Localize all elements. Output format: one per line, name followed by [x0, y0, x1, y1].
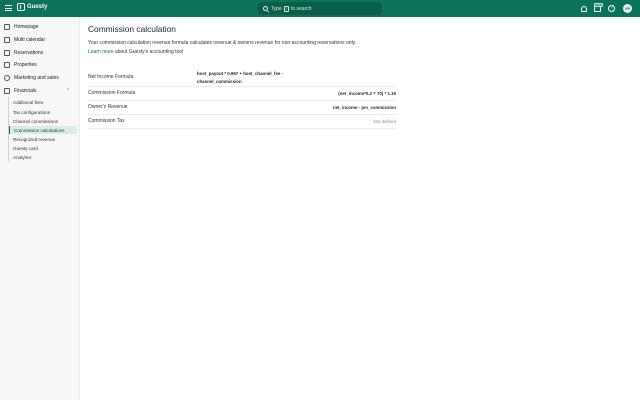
row-label-commission-tax: Commission Tax	[88, 118, 125, 124]
submenu-item-commission-calculations[interactable]: Commission calculations	[9, 126, 77, 134]
table-row: Commission Tax Not defined	[88, 115, 396, 129]
top-icons: NEW ? VP	[574, 2, 632, 15]
page-description: Your commission calculation revenue form…	[88, 39, 388, 56]
table-row: Net Income Formula host_payout * 0.967 +…	[88, 61, 396, 87]
sidebar-item-properties[interactable]: Properties	[4, 62, 37, 68]
sidebar-item-label: Properties	[14, 62, 37, 68]
row-value-net-income: host_payout * 0.967 + host_channel_fee -…	[197, 71, 284, 84]
submenu-item-label: Commission calculations	[14, 127, 65, 133]
sidebar-item-reservations[interactable]: Reservations	[4, 50, 43, 56]
guesty-logo-icon	[17, 3, 25, 11]
chevron-up-icon: ⌃	[65, 88, 70, 94]
row-value-commission-formula: (net_income*0.2 = 70) * 1.19	[338, 91, 396, 96]
sidebar-item-marketing[interactable]: Marketing and sales	[4, 75, 59, 81]
notifications-icon[interactable]	[581, 5, 587, 12]
row-label-commission-formula: Commission Formula	[88, 90, 136, 96]
sidebar-item-label: Reservations	[14, 50, 44, 56]
submenu-item-label: Channel commissions	[13, 118, 58, 124]
submenu-item-tax-configurations[interactable]: Tax configurations	[9, 108, 77, 116]
new-badge: NEW	[594, 2, 603, 7]
financials-icon	[4, 88, 10, 94]
submenu-item-label: Analytics	[13, 154, 32, 160]
submenu-item-channel-commissions[interactable]: Channel commissions	[9, 117, 77, 125]
row-value-commission-tax: Not defined	[373, 119, 396, 124]
brand-name: Guesty	[27, 4, 48, 10]
learn-more-link[interactable]: Learn more	[88, 49, 114, 55]
table-row: Owner's Revenue net_income - pm_commissi…	[88, 101, 396, 115]
submenu-item-recognized-revenue[interactable]: Recognized revenue	[9, 135, 77, 143]
submenu-item-guesty-card[interactable]: Guesty card	[9, 144, 77, 152]
search-icon	[263, 6, 268, 11]
search-shortcut-key: /	[283, 5, 289, 12]
brand-logo[interactable]: Guesty	[17, 3, 47, 11]
submenu-item-analytics[interactable]: Analytics	[9, 153, 77, 161]
sidebar-item-label: Marketing and sales	[14, 75, 59, 81]
search-prefix: Type	[271, 5, 282, 12]
submenu-item-label: Tax configurations	[13, 109, 51, 115]
sidebar-item-financials[interactable]: Financials ⌃	[4, 88, 76, 94]
submenu-item-additional-fees[interactable]: Additional fees	[9, 98, 77, 106]
search-bar[interactable]: Type / to search	[258, 2, 382, 15]
sidebar-item-label: Multi calendar	[14, 37, 46, 43]
page-title: Commission calculation	[88, 24, 176, 34]
properties-icon	[4, 62, 10, 68]
help-icon[interactable]: ?	[608, 5, 615, 12]
user-avatar[interactable]: VP	[623, 4, 632, 13]
submenu-item-label: Additional fees	[13, 99, 44, 105]
sidebar-item-multi-calendar[interactable]: Multi calendar	[4, 37, 45, 43]
whats-new-icon[interactable]: NEW	[594, 2, 603, 12]
table-row: Commission Formula (net_income*0.2 = 70)…	[88, 87, 396, 101]
calendar-icon	[4, 37, 10, 43]
link-suffix: about Guesty's accounting tool	[114, 48, 184, 55]
reservations-icon	[4, 50, 10, 56]
row-label-net-income: Net Income Formula	[88, 74, 134, 80]
search-suffix: to search	[290, 5, 312, 12]
menu-icon[interactable]	[5, 4, 12, 12]
row-label-owners-revenue: Owner's Revenue	[88, 104, 128, 110]
marketing-icon	[4, 75, 10, 81]
sidebar: Homepage Multi calendar Reservations Pro…	[0, 17, 80, 400]
submenu-item-label: Recognized revenue	[13, 136, 56, 142]
sidebar-item-label: Financials	[14, 88, 37, 94]
sidebar-item-homepage[interactable]: Homepage	[4, 24, 38, 30]
top-bar: Guesty Type / to search NEW ? VP	[0, 0, 640, 17]
sidebar-item-label: Homepage	[14, 24, 39, 30]
row-value-owners-revenue: net_income - pm_commission	[333, 105, 396, 110]
submenu-item-label: Guesty card	[13, 145, 38, 151]
home-icon	[4, 24, 10, 30]
description-text: Your commission calculation revenue form…	[88, 40, 357, 46]
